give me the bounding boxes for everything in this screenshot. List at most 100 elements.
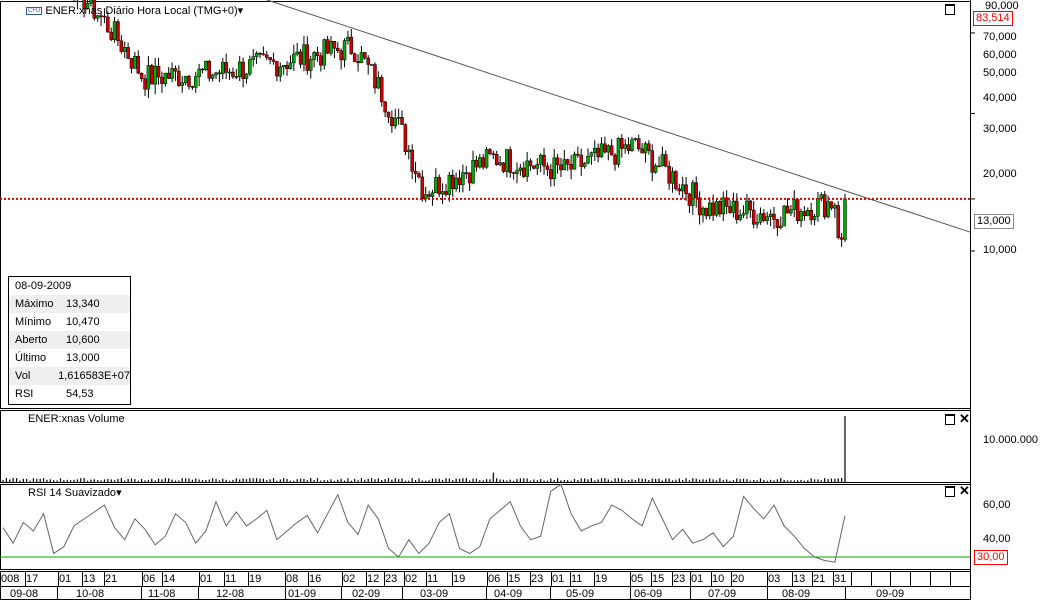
candle-body (626, 144, 631, 151)
candle (511, 171, 516, 180)
x-tick-label: 06 (488, 573, 501, 585)
info-date-row: 08-09-2009 (9, 277, 130, 295)
candle-body (410, 149, 414, 172)
maximize-icon[interactable] (945, 4, 955, 15)
candle (187, 74, 191, 90)
candle (210, 73, 215, 82)
info-value: 1,616583E+07 (58, 370, 130, 382)
candle-body (329, 40, 333, 54)
x-tick-label: 21 (105, 573, 118, 585)
x-tick-label: 19 (249, 573, 262, 585)
x-tick-label: 10 (712, 573, 725, 585)
candle (177, 65, 181, 87)
candle-body (467, 172, 472, 184)
candle-body (393, 117, 398, 127)
candle-body (647, 143, 651, 151)
candle (356, 54, 360, 72)
candle-body (119, 40, 124, 52)
candle (765, 211, 769, 225)
candle-body (295, 51, 299, 55)
candle-body (498, 162, 502, 165)
candle (721, 191, 726, 222)
candle-body (447, 174, 452, 195)
x-tick-label: 23 (385, 573, 398, 585)
candle (221, 57, 225, 80)
info-value: 54,53 (66, 388, 94, 400)
candle (799, 208, 803, 228)
candle-body (427, 194, 431, 197)
candle-body (650, 150, 655, 173)
candle-body (484, 149, 489, 168)
candle (474, 155, 479, 172)
candle-body (691, 182, 695, 206)
candle (552, 149, 556, 187)
candle (319, 52, 323, 72)
rsi-pane-title[interactable]: RSI 14 Suavizado▾ (28, 486, 122, 499)
candle-body (457, 177, 462, 186)
candle (816, 192, 820, 222)
x-month-label: 08-09 (782, 588, 811, 600)
candle (329, 36, 333, 56)
candle-body (751, 209, 756, 225)
candle (285, 61, 289, 76)
candle (809, 202, 813, 225)
volume-maximize-icon[interactable] (945, 414, 955, 425)
candle (647, 140, 651, 155)
main-chart-title[interactable]: CFD ENER:xnas Diário Hora Local (TMG+0)▾ (26, 4, 243, 17)
candle-body (312, 52, 316, 60)
candle (180, 76, 184, 93)
candle (691, 179, 695, 216)
candle-body (356, 61, 360, 64)
candle-body (319, 55, 323, 66)
candle-body (474, 160, 479, 168)
volume-close-icon[interactable]: ✕ (959, 412, 970, 425)
candle (471, 150, 475, 185)
title-dropdown-icon[interactable]: ▾ (238, 5, 244, 17)
candle-body (258, 52, 262, 55)
candle-body (183, 75, 188, 84)
candle-body (775, 219, 780, 229)
candle-body (488, 149, 492, 154)
candle (579, 148, 583, 176)
candle-body (315, 52, 320, 57)
candle-body (156, 65, 161, 78)
candle-body (522, 167, 526, 177)
candle (265, 51, 269, 61)
trendline[interactable] (60, 0, 971, 233)
candle-body (795, 199, 800, 222)
candle (447, 171, 452, 202)
x-tick-label: 12 (367, 573, 380, 585)
x-tick-label: 19 (595, 573, 608, 585)
candle-body (616, 138, 621, 165)
candle-body (552, 157, 556, 180)
x-month-label: 06-09 (634, 588, 663, 600)
rsi-close-icon[interactable]: ✕ (959, 484, 970, 497)
candle-body (481, 157, 485, 168)
candle (139, 72, 144, 82)
candle (667, 160, 671, 190)
candle (204, 60, 208, 72)
candle (166, 67, 171, 80)
candle-body (265, 54, 269, 58)
candle (332, 40, 337, 59)
candle-body (508, 149, 512, 173)
candle-body (129, 58, 134, 69)
candle-body (231, 71, 235, 77)
candle (775, 219, 780, 237)
x-tick-label: 03 (768, 573, 781, 585)
rsi-dropdown-icon[interactable]: ▾ (116, 487, 122, 499)
candle (261, 46, 266, 56)
candle (315, 46, 320, 62)
info-row: Mínimo 10,470 (9, 313, 130, 331)
candle-body (163, 72, 168, 84)
candle-body (440, 191, 445, 195)
candle (183, 75, 188, 86)
rsi-maximize-icon[interactable] (945, 486, 955, 497)
rsi-label-60: 60,00 (983, 499, 1011, 511)
candle-body (660, 154, 665, 167)
candle-body (420, 176, 425, 200)
x-month-label: 09-08 (10, 588, 39, 600)
candle-body (593, 147, 597, 154)
x-tick-label: 01 (59, 573, 72, 585)
candle-body (278, 66, 283, 77)
